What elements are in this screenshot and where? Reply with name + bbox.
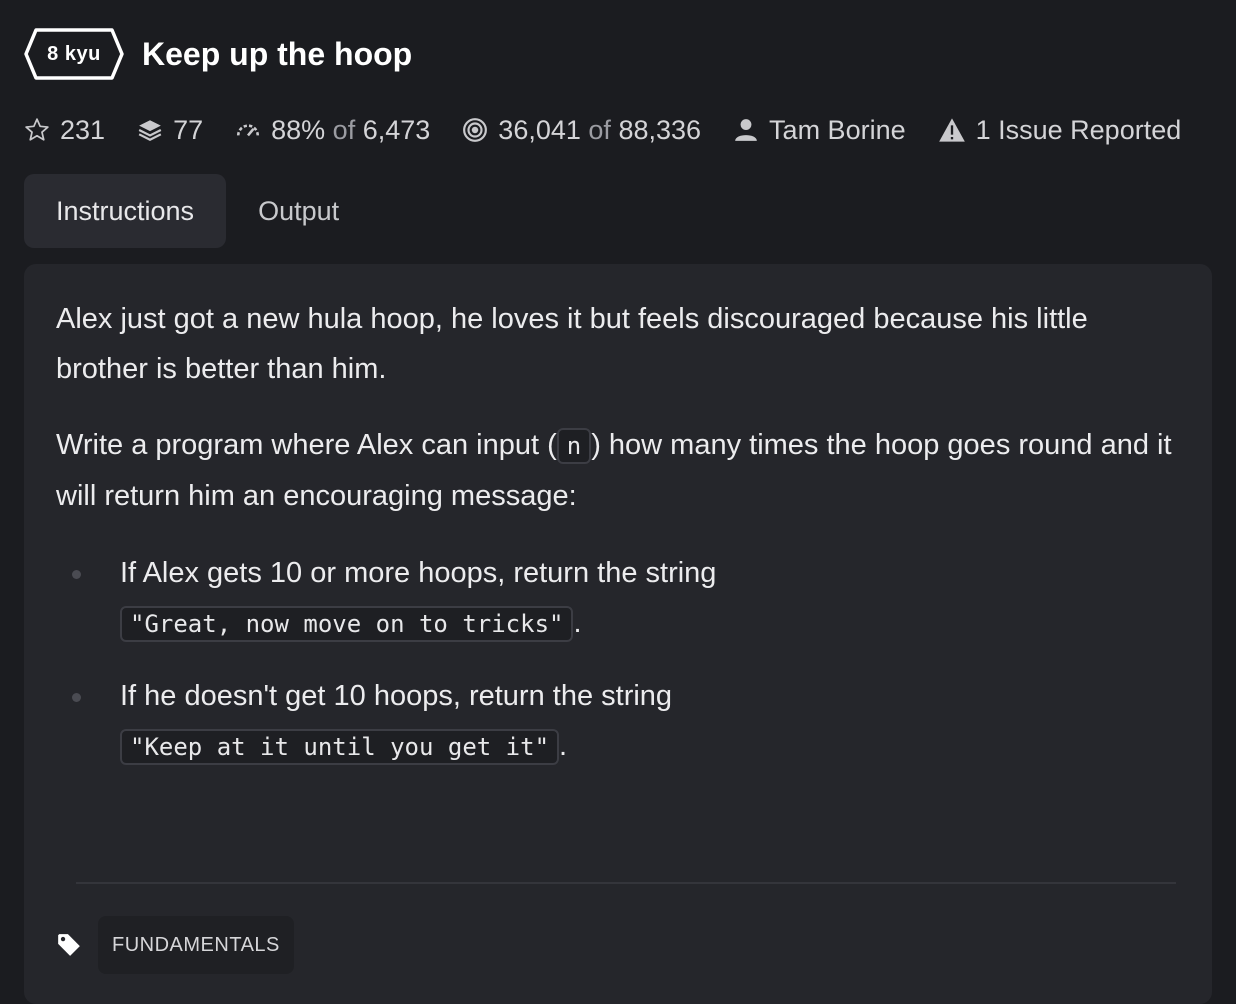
- satisfaction-of: of: [332, 114, 356, 145]
- kata-header: 8 kyu Keep up the hoop: [24, 26, 412, 82]
- text-fragment: Write a program where Alex can input (: [56, 429, 557, 461]
- warning-icon: [938, 118, 965, 142]
- author-name: Tam Borine: [769, 114, 906, 145]
- target-icon: [463, 118, 488, 142]
- text-fragment: .: [559, 730, 568, 762]
- collections-count: 77: [173, 114, 204, 145]
- layers-icon: [138, 120, 162, 141]
- collections-stat[interactable]: 77: [137, 115, 203, 146]
- gauge-icon: [237, 124, 260, 137]
- list-item: If he doesn't get 10 hoops, return the s…: [56, 670, 1186, 771]
- inline-code: "Keep at it until you get it": [120, 729, 560, 765]
- issues-label: 1 Issue Reported: [975, 114, 1182, 145]
- completed-count: 36,041: [498, 114, 581, 145]
- instructions-panel: Alex just got a new hula hoop, he loves …: [24, 264, 1212, 1004]
- bullet-dot: [72, 570, 81, 579]
- rank-badge: 8 kyu: [24, 28, 124, 80]
- attempts-count: 88,336: [618, 114, 702, 145]
- rules-list: If Alex gets 10 or more hoops, return th…: [56, 547, 1186, 771]
- inline-code: "Great, now move on to tricks": [120, 606, 574, 642]
- tab-instructions[interactable]: Instructions: [24, 174, 227, 248]
- kata-description: Alex just got a new hula hoop, he loves …: [56, 294, 1186, 793]
- description-paragraph: Alex just got a new hula hoop, he loves …: [56, 303, 1088, 385]
- stars-stat[interactable]: 231: [24, 115, 105, 146]
- satisfaction-stat: 88% of 6,473: [235, 115, 430, 146]
- tab-output[interactable]: Output: [226, 174, 371, 248]
- list-item-text: If Alex gets 10 or more hoops, return th…: [120, 557, 717, 589]
- author-stat[interactable]: Tam Borine: [733, 115, 906, 146]
- user-icon: [735, 119, 757, 141]
- stats-bar: 231 77 88% of 6,473 36,041 of 88,336 Tam…: [24, 110, 1213, 150]
- bullet-dot: [72, 693, 81, 702]
- satisfaction-percent: 88%: [271, 114, 326, 145]
- description-paragraph: Write a program where Alex can input (n)…: [56, 420, 1186, 521]
- star-icon: [25, 118, 49, 141]
- tag-fundamentals[interactable]: FUNDAMENTALS: [98, 916, 294, 974]
- tab-bar: Instructions Output: [24, 174, 371, 248]
- tag-icon: [58, 934, 80, 956]
- completions-stat: 36,041 of 88,336: [462, 115, 701, 146]
- satisfaction-votes: 6,473: [362, 114, 431, 145]
- rank-label: 8 kyu: [47, 42, 101, 65]
- tags-row: FUNDAMENTALS: [56, 916, 294, 974]
- list-item-text: If he doesn't get 10 hoops, return the s…: [120, 680, 673, 712]
- stars-count: 231: [60, 114, 106, 145]
- text-fragment: .: [573, 607, 582, 639]
- list-item: If Alex gets 10 or more hoops, return th…: [56, 547, 1186, 648]
- inline-code: n: [556, 428, 592, 464]
- divider: [76, 882, 1176, 884]
- kata-title: Keep up the hoop: [142, 35, 413, 72]
- completed-of: of: [588, 114, 611, 145]
- issues-stat[interactable]: 1 Issue Reported: [938, 114, 1182, 146]
